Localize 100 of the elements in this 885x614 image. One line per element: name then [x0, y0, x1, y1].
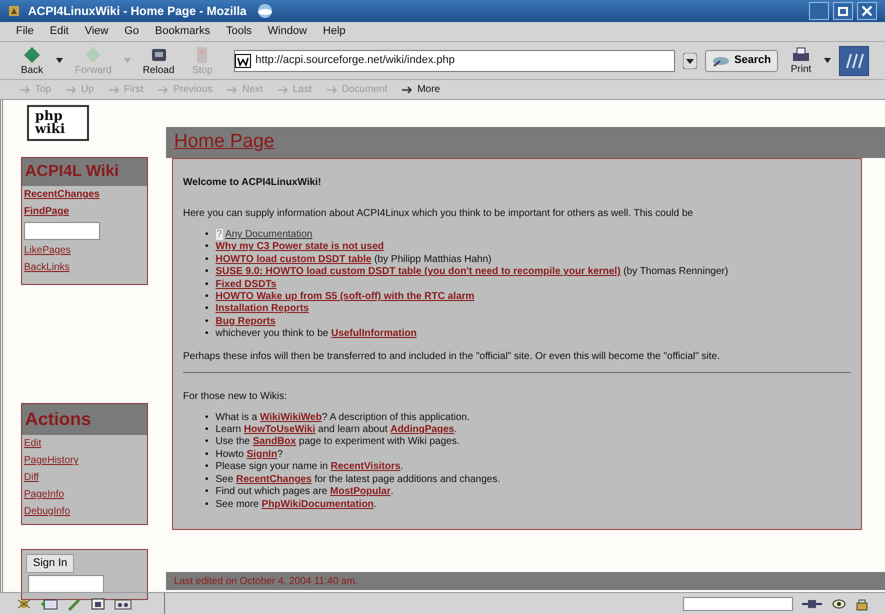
dropdown-caret-icon[interactable]: [824, 58, 831, 63]
close-icon[interactable]: [857, 2, 877, 20]
outro-text: Perhaps these infos will then be transferred to and included in the "official" site. Or even this will become the "official" site.: [183, 350, 721, 364]
search-button[interactable]: Search: [705, 50, 778, 72]
list-item-text: Please sign your name in RecentVisitors.: [216, 461, 404, 474]
wiki-link[interactable]: PhpWikiDocumentation: [262, 498, 374, 510]
list-bullet: •: [205, 266, 209, 279]
dropdown-caret-icon[interactable]: [56, 58, 63, 63]
wiki-link[interactable]: SandBox: [252, 436, 296, 448]
list-bullet: •: [205, 229, 209, 242]
printer-icon: [790, 46, 812, 64]
lock-icon[interactable]: [855, 596, 869, 610]
wiki-link[interactable]: Why my C3 Power state is not used: [216, 241, 384, 252]
wiki-link[interactable]: UsefulInformation: [331, 328, 417, 340]
arrow-icon: [65, 84, 78, 94]
sidebar-link[interactable]: LikePages: [22, 242, 147, 259]
list-bullet: •: [205, 412, 209, 424]
sidebar-link[interactable]: FindPage: [22, 203, 147, 220]
php-wiki-logo[interactable]: php wiki: [27, 105, 89, 141]
arrow-icon: [157, 84, 170, 94]
list-item-text: Learn HowToUseWiki and learn about AddingPages.: [216, 424, 458, 436]
wiki-link[interactable]: SUSE 9.0: HOWTO load custom DSDT table (you don't need to recompile your kernel): [216, 266, 621, 278]
site-icon: [235, 54, 252, 68]
list-item-text: whichever you think to be UsefulInformation: [216, 328, 417, 341]
list-bullet: •: [205, 498, 209, 511]
list-item-text: See more PhpWikiDocumentation.: [216, 498, 377, 511]
list-bullet: •: [205, 291, 209, 304]
sign-in-button[interactable]: Sign In: [26, 554, 74, 572]
list-bullet: •: [205, 474, 209, 486]
eye-icon[interactable]: [831, 596, 847, 610]
wiki-link[interactable]: RecentVisitors: [330, 461, 400, 472]
arrow-icon: [19, 84, 31, 94]
app-icon[interactable]: [8, 5, 20, 17]
list-item-text: Howto SignIn?: [216, 448, 283, 462]
editor-icon[interactable]: [90, 596, 106, 610]
action-link[interactable]: DebugInfo: [22, 503, 147, 520]
wiki-link[interactable]: Installation Reports: [216, 303, 309, 314]
menu-item[interactable]: Edit: [50, 23, 69, 40]
site-nav-button[interactable]: More: [398, 82, 444, 97]
wiki-link[interactable]: HowToUseWiki: [244, 424, 316, 436]
list-bullet: •: [205, 303, 209, 316]
menu-item[interactable]: Help: [322, 23, 346, 40]
sign-in-field[interactable]: [28, 574, 104, 592]
menu-item[interactable]: Window: [268, 23, 307, 40]
action-link[interactable]: PageHistory: [22, 452, 147, 469]
mail-icon[interactable]: [40, 596, 58, 610]
menu-item[interactable]: Bookmarks: [155, 23, 210, 40]
search-icon: [712, 54, 730, 66]
section-text: For those new to Wikis:: [183, 390, 288, 404]
wiki-link[interactable]: MostPopular: [330, 486, 391, 498]
minimize-button[interactable]: [809, 2, 829, 20]
menu-item[interactable]: View: [84, 23, 108, 40]
menu-item[interactable]: File: [16, 23, 34, 40]
action-link[interactable]: Edit: [22, 435, 147, 452]
list-item-text: SUSE 9.0: HOWTO load custom DSDT table (you don't need to recompile your kernel) (by Thomas Renninger): [216, 266, 728, 279]
action-link[interactable]: PageInfo: [22, 486, 147, 503]
list-bullet: •: [205, 486, 209, 498]
wiki-link[interactable]: Any Documentation: [225, 229, 312, 240]
sidebar-link[interactable]: RecentChanges: [22, 186, 147, 203]
actions-heading: Actions: [22, 404, 147, 435]
list-item-text: What is a WikiWikiWeb? A description of this application.: [216, 412, 470, 424]
menu-item[interactable]: Tools: [226, 23, 252, 40]
wiki-link[interactable]: AddingPages: [390, 424, 454, 436]
wiki-link[interactable]: Fixed DSDTs: [216, 278, 276, 290]
list-bullet: •: [205, 424, 209, 436]
list-item-text: HOWTO load custom DSDT table (by Philipp Matthias Hahn): [216, 254, 492, 266]
arrow-icon: [226, 84, 238, 94]
list-bullet: •: [205, 278, 209, 292]
sidebar-heading: ACPI4L Wiki: [22, 158, 147, 186]
list-item-text: See RecentChanges for the latest page additions and changes.: [216, 474, 500, 486]
welcome-heading: Welcome to ACPI4LinuxWiki!: [183, 176, 322, 190]
print-button[interactable]: Print: [786, 46, 816, 75]
list-bullet: •: [205, 328, 209, 341]
find-page-field[interactable]: [24, 222, 100, 240]
arrow-icon: [108, 84, 120, 94]
pen-icon[interactable]: [66, 596, 82, 610]
reload-button[interactable]: Reload: [138, 45, 178, 76]
missing-page-link[interactable]: ?: [216, 229, 224, 240]
wiki-link[interactable]: HOWTO load custom DSDT table: [216, 254, 372, 265]
back-button[interactable]: Back: [16, 45, 48, 76]
wiki-link[interactable]: WikiWikiWeb: [260, 412, 322, 423]
menu-item[interactable]: Go: [124, 23, 140, 40]
list-bullet: •: [205, 241, 209, 254]
arrow-icon: [401, 84, 414, 94]
list-bullet: •: [205, 436, 209, 449]
irc-icon[interactable]: [114, 596, 132, 610]
wiki-link[interactable]: RecentChanges: [236, 474, 312, 485]
maximize-button[interactable]: [833, 2, 853, 20]
intro-text: Here you can supply information about ACPI4Linux which you think to be important for others as well. This could be: [183, 207, 694, 221]
sidebar-link[interactable]: BackLinks: [22, 259, 147, 276]
address-field[interactable]: http://acpi.sourceforge.net/wiki/index.php: [234, 50, 676, 72]
address-dropdown-icon[interactable]: [683, 52, 698, 68]
arrow-icon: [326, 84, 338, 94]
wiki-link[interactable]: Bug Reports: [216, 316, 276, 327]
wiki-link[interactable]: HOWTO Wake up from S5 (soft-off) with the RTC alarm: [216, 291, 474, 302]
list-item-text: Use the SandBox page to experiment with Wiki pages.: [216, 436, 460, 449]
wiki-link[interactable]: SignIn: [246, 448, 278, 460]
bug-icon[interactable]: [16, 596, 32, 610]
action-link[interactable]: Diff: [22, 469, 147, 486]
arrow-icon: [276, 84, 289, 94]
